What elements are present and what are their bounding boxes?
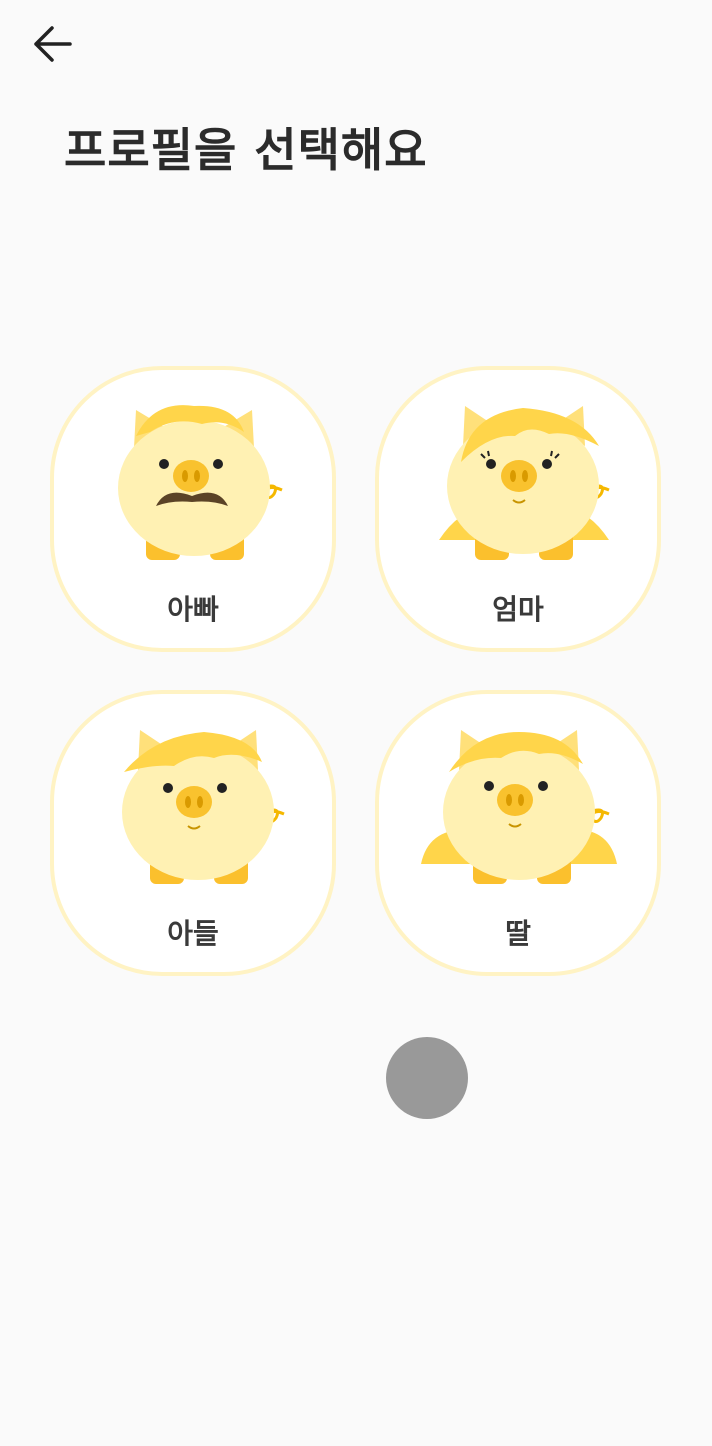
profile-card-daughter[interactable]: 딸: [375, 690, 661, 976]
profile-card-son[interactable]: 아들: [50, 690, 336, 976]
pig-dad-icon: [118, 405, 283, 560]
page-title: 프로필을 선택해요: [64, 123, 428, 177]
profile-label-mom: 엄마: [492, 593, 544, 626]
profile-card-mom[interactable]: 엄마: [375, 366, 661, 652]
profile-label-daughter: 딸: [505, 917, 531, 950]
back-button[interactable]: [26, 20, 78, 68]
floating-touch-button[interactable]: [386, 1037, 468, 1119]
pig-son-icon: [122, 730, 285, 884]
profile-card-dad[interactable]: 아빠: [50, 366, 336, 652]
profile-label-son: 아들: [167, 917, 219, 950]
pig-mom-icon: [439, 406, 610, 560]
pig-daughter-icon: [421, 730, 617, 884]
profile-label-dad: 아빠: [167, 593, 219, 626]
arrow-left-icon: [34, 26, 72, 62]
